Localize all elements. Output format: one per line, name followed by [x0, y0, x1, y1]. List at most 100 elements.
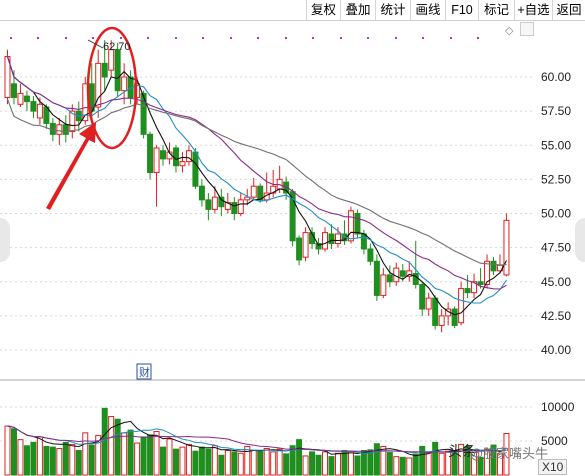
volume-bar: [179, 446, 186, 476]
add-watchlist-button[interactable]: +自选: [514, 0, 552, 20]
candle-body: [302, 232, 309, 258]
draw-line-button[interactable]: 画线: [410, 0, 445, 20]
candle-body: [412, 273, 419, 285]
volume-bar: [309, 451, 316, 476]
candle-body: [354, 213, 361, 235]
marker-dot: [92, 37, 94, 39]
marker-dot: [422, 37, 424, 39]
candle-body: [62, 124, 69, 135]
price-tick: 45.00: [541, 275, 571, 289]
scroll-left-handle[interactable]: [0, 218, 10, 262]
volume-bar: [257, 450, 264, 476]
volume-bar: [43, 445, 50, 476]
marker-dot: [147, 37, 149, 39]
watermark-handle: @股家嘴头牛: [470, 447, 549, 462]
price-tick: 42.50: [541, 309, 571, 323]
volume-bar: [283, 453, 290, 476]
overlay-button[interactable]: 叠加: [340, 0, 375, 20]
candle-body: [140, 92, 147, 135]
price-tick: 60.00: [541, 70, 571, 84]
candle-body: [419, 283, 426, 310]
volume-bar: [224, 450, 231, 476]
marker-dot: [312, 37, 314, 39]
volume-bar: [166, 438, 173, 476]
volume-bar: [172, 448, 179, 476]
candle-body: [192, 151, 199, 187]
candle-body: [347, 210, 354, 242]
volume-bar: [270, 451, 277, 476]
candle-body: [250, 185, 257, 198]
candle-body: [147, 133, 154, 174]
candle-body: [380, 274, 387, 296]
event-marker[interactable]: 财: [136, 363, 152, 380]
volume-bar: [386, 452, 393, 476]
volume-bar: [302, 455, 309, 476]
f10-button[interactable]: F10: [445, 0, 478, 20]
candle-body: [153, 147, 160, 174]
marker-dot: [450, 37, 452, 39]
volume-bar: [237, 452, 244, 476]
price-tick: 52.50: [541, 172, 571, 186]
marker-dot: [340, 37, 342, 39]
candle-body: [237, 199, 244, 215]
volume-bar: [315, 454, 322, 476]
volume-bar: [328, 456, 335, 476]
volume-bar: [263, 447, 270, 476]
candle-body: [432, 297, 439, 326]
statistics-button[interactable]: 统计: [375, 0, 410, 20]
candle-body: [477, 281, 484, 285]
volume-tick: 10000: [541, 400, 575, 414]
volume-bar: [276, 448, 283, 476]
candle-body: [367, 248, 374, 262]
candle-body: [211, 196, 218, 210]
restore-rights-button[interactable]: 复权: [306, 0, 340, 20]
candle-body: [121, 76, 128, 92]
marker-dot: [65, 37, 67, 39]
volume-bar: [49, 446, 56, 476]
volume-bar: [82, 432, 89, 476]
scroll-right-handle[interactable]: [575, 218, 585, 262]
volume-bar: [147, 434, 154, 476]
volume-bar: [373, 443, 380, 476]
marker-dot: [285, 37, 287, 39]
volume-bar: [75, 450, 82, 476]
price-tick: 47.50: [541, 241, 571, 255]
volume-bar: [211, 445, 218, 476]
chart-corner-box[interactable]: [520, 22, 534, 36]
volume-bar: [425, 452, 432, 476]
marker-dot: [395, 37, 397, 39]
marker-dot: [175, 37, 177, 39]
candle-body: [328, 233, 335, 245]
volume-bar: [140, 436, 147, 476]
volume-bar: [218, 454, 225, 476]
candle-body: [101, 62, 108, 78]
candle-body: [36, 103, 43, 119]
volume-bar: [185, 443, 192, 476]
marker-dot: [367, 37, 369, 39]
volume-bar: [114, 418, 121, 476]
volume-bar: [412, 453, 419, 476]
event-marker-label: 财: [139, 365, 150, 379]
marker-dot: [120, 37, 122, 39]
volume-bar: [192, 450, 199, 476]
kline-chart[interactable]: 60.00 57.50 55.00 52.50 50.00 47.50 45.00 42.50…: [0, 21, 585, 476]
diamond-icon: ◇: [505, 25, 514, 37]
volume-bar: [393, 456, 400, 476]
candle-body: [10, 83, 17, 98]
volume-bar: [134, 442, 141, 476]
toolbar: 复权 叠加 统计 画线 F10 标记 +自选 返回: [0, 0, 585, 21]
candle-body: [205, 199, 212, 210]
back-button[interactable]: 返回: [552, 0, 585, 20]
volume-bar: [205, 448, 212, 476]
volume-bar: [399, 456, 406, 476]
volume-bar: [17, 439, 24, 476]
candle-body: [438, 315, 445, 326]
mark-button[interactable]: 标记: [478, 0, 514, 20]
marker-dot: [202, 37, 204, 39]
volume-bar: [406, 457, 413, 476]
price-axis: 60.00 57.50 55.00 52.50 50.00 47.50 45.00 42.50…: [541, 70, 575, 448]
candle-body: [458, 288, 465, 324]
volume-bar: [322, 451, 329, 476]
price-tick: 50.00: [541, 207, 571, 221]
candle-body: [56, 124, 63, 135]
